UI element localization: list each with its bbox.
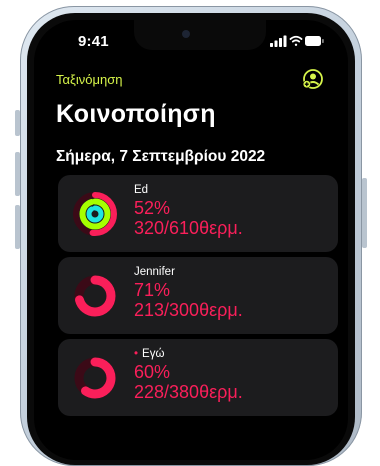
- move-percent: 71%: [134, 280, 171, 300]
- person-add-circle-icon[interactable]: [302, 68, 324, 90]
- exercise-ring: [79, 198, 111, 230]
- move-percent: 52%: [134, 198, 171, 218]
- sort-button[interactable]: Ταξινόμηση: [56, 72, 122, 87]
- volume-down-button: [15, 205, 20, 249]
- power-button: [362, 178, 367, 248]
- calories: 213/300θερμ.: [134, 300, 243, 320]
- move-percent: 60%: [134, 362, 171, 382]
- activity-ring-icon: [74, 275, 116, 317]
- battery-icon: [305, 36, 324, 46]
- page-title: Κοινοποίηση: [56, 100, 216, 128]
- notch: [134, 20, 266, 50]
- me-indicator: •: [134, 348, 139, 360]
- signal-icon: [270, 35, 287, 47]
- activity-rings-icon: [73, 192, 117, 236]
- friend-card-me[interactable]: • Εγώ 60% 228/380θερμ.: [58, 339, 338, 416]
- friend-name: Εγώ: [142, 348, 165, 360]
- friend-name-row: • Εγώ: [134, 348, 164, 360]
- volume-up-button: [15, 152, 20, 196]
- calories: 320/610θερμ.: [134, 218, 243, 238]
- status-icons: [270, 35, 324, 47]
- stand-ring: [86, 205, 104, 223]
- status-time: 9:41: [78, 33, 109, 50]
- mute-switch: [15, 110, 20, 136]
- activity-ring-icon: [74, 357, 116, 399]
- friend-card-ed[interactable]: Ed 52% 320/610θερμ.: [58, 175, 338, 252]
- friend-name: Ed: [134, 184, 149, 196]
- friend-card-jennifer[interactable]: Jennifer 71% 213/300θερμ.: [58, 257, 338, 334]
- calories: 228/380θερμ.: [134, 382, 243, 402]
- wifi-icon: [289, 35, 303, 46]
- date-heading: Σήμερα, 7 Σεπτεμβρίου 2022: [56, 148, 266, 165]
- camera-icon: [182, 30, 190, 38]
- friend-name: Jennifer: [134, 266, 175, 278]
- screen: 9:41 Ταξινόμηση Κοινοποίηση Σήμερα, 7 Σε…: [34, 20, 348, 460]
